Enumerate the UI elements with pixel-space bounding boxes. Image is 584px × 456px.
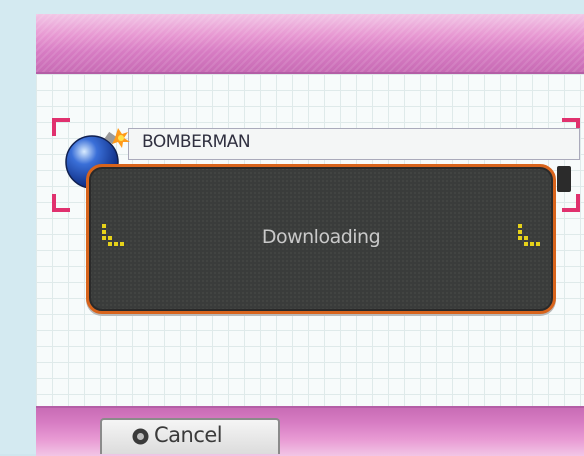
cancel-label: Cancel	[154, 423, 223, 447]
scroll-tab	[557, 166, 571, 192]
download-status-text: Downloading	[261, 226, 381, 248]
selection-corner-bottom-right	[562, 194, 580, 212]
game-title: BOMBERMAN	[142, 132, 251, 152]
top-bar	[36, 14, 584, 74]
b-button-icon	[132, 428, 149, 445]
selection-corner-bottom-left	[52, 194, 70, 212]
